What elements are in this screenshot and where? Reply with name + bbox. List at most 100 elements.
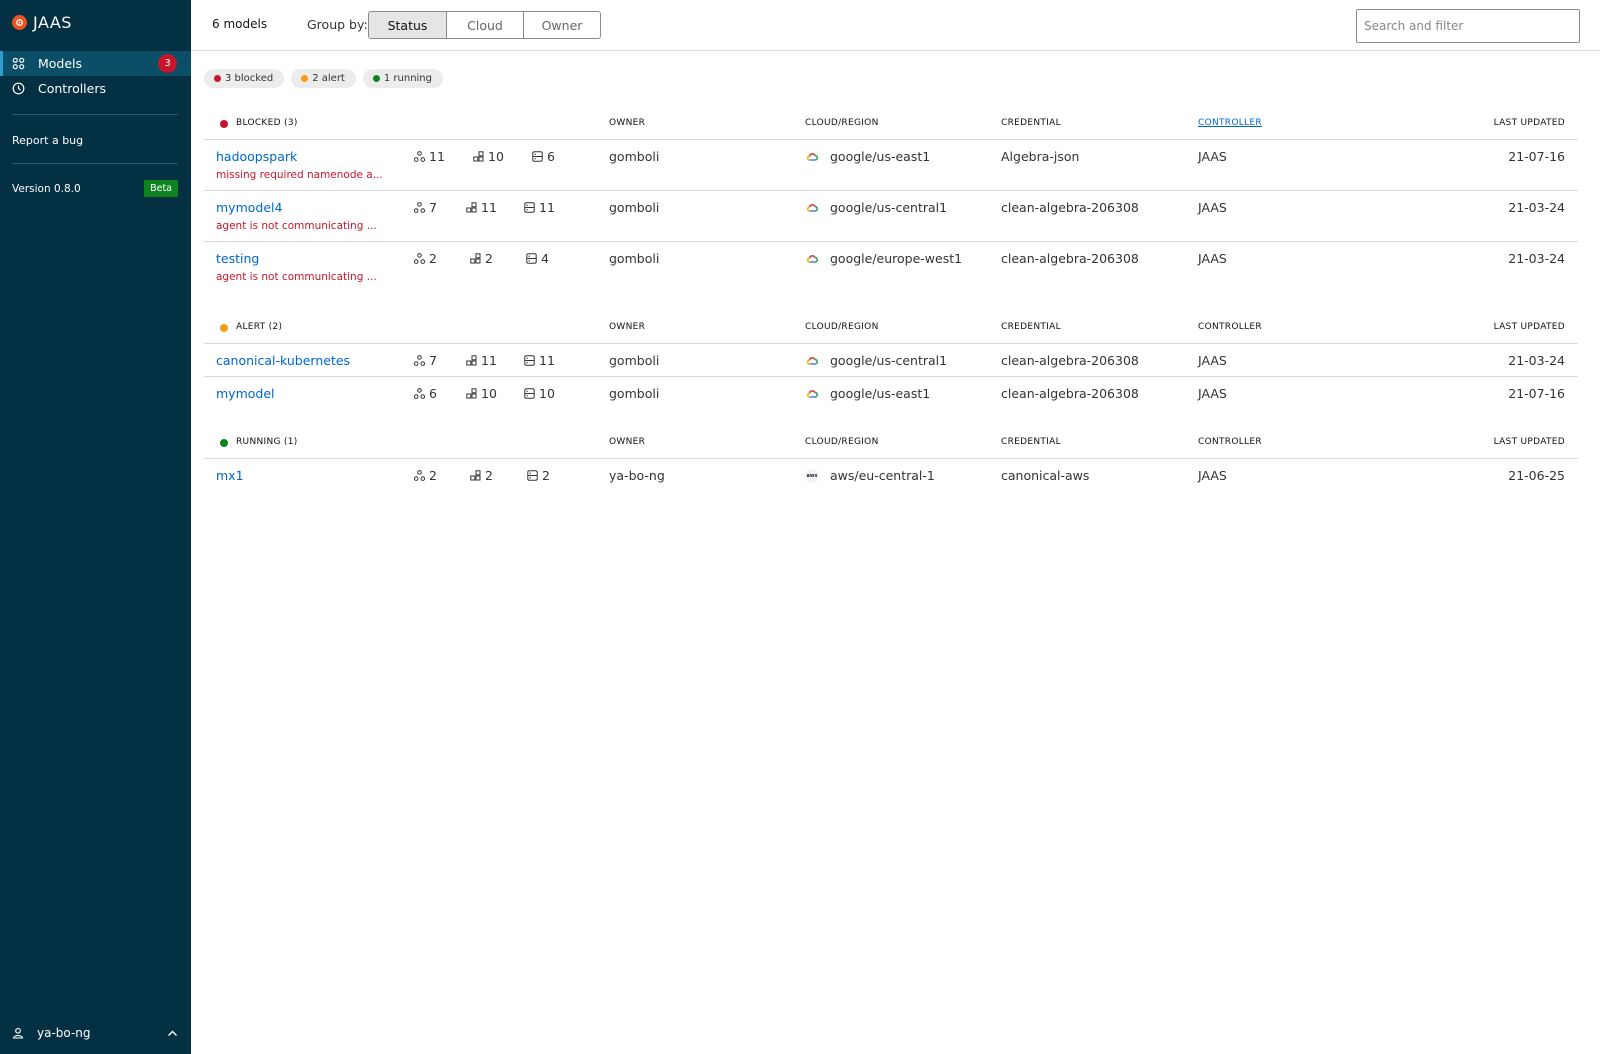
table-row: hadoopspark missing required namenode a.… — [204, 140, 1578, 191]
column-cloud[interactable]: CLOUD/REGION — [805, 437, 879, 447]
controller-cell: JAAS — [1198, 386, 1227, 401]
column-updated[interactable]: LAST UPDATED — [1494, 322, 1565, 332]
column-updated[interactable]: LAST UPDATED — [1494, 437, 1565, 447]
apps-count: 2 — [414, 251, 437, 266]
table-row: mymodel 6 10 10 gomboli google/us-east1 … — [204, 377, 1578, 410]
model-name-link[interactable]: mymodel4 — [216, 200, 282, 215]
column-owner[interactable]: OWNER — [609, 118, 645, 128]
column-owner[interactable]: OWNER — [609, 322, 645, 332]
table-header: RUNNING (1) OWNER CLOUD/REGION CREDENTIA… — [204, 425, 1578, 459]
blocked-group: BLOCKED (3) OWNER CLOUD/REGION CREDENTIA… — [204, 106, 1578, 293]
column-credential[interactable]: CREDENTIAL — [1001, 118, 1061, 128]
credential-cell: canonical-aws — [1001, 468, 1090, 483]
units-count: 11 — [466, 353, 497, 368]
controller-cell: JAAS — [1198, 200, 1227, 215]
cloud-value: google/us-central1 — [830, 353, 948, 368]
sidebar-item-models[interactable]: Models 3 — [0, 51, 191, 76]
applications-icon — [414, 202, 425, 213]
status-message: agent is not communicating ... — [216, 220, 377, 232]
column-controller[interactable]: CONTROLLER — [1198, 322, 1262, 332]
running-dot-icon — [372, 75, 380, 82]
group-by-owner-button[interactable]: Owner — [523, 12, 600, 38]
version-label: Version 0.8.0 — [12, 183, 81, 195]
machines-count: 4 — [526, 251, 549, 266]
controller-cell: JAAS — [1198, 149, 1227, 164]
units-icon — [470, 253, 481, 264]
status-summary: 3 blocked 2 alert 1 running — [204, 69, 443, 88]
group-by-status-button[interactable]: Status — [369, 12, 446, 38]
units-icon — [466, 355, 477, 366]
alert-chip[interactable]: 2 alert — [291, 69, 356, 88]
machines-icon — [524, 202, 535, 213]
machines-count: 11 — [524, 200, 555, 215]
aws-icon: aws — [805, 468, 819, 483]
applications-icon — [414, 470, 425, 481]
blocked-dot-icon — [214, 75, 221, 82]
column-controller[interactable]: CONTROLLER — [1198, 118, 1262, 128]
user-name: ya-bo-ng — [37, 1026, 91, 1040]
column-credential[interactable]: CREDENTIAL — [1001, 437, 1061, 447]
units-value: 2 — [485, 468, 493, 483]
machines-icon — [527, 470, 538, 481]
sidebar-item-controllers[interactable]: Controllers — [0, 76, 191, 101]
machines-value: 4 — [541, 251, 549, 266]
running-dot-icon — [220, 439, 228, 447]
apps-value: 6 — [429, 386, 437, 401]
table-row: testing agent is not communicating ... 2… — [204, 242, 1578, 293]
machines-value: 11 — [539, 353, 555, 368]
cloud-value: google/us-east1 — [830, 386, 931, 401]
credential-cell: clean-algebra-206308 — [1001, 251, 1139, 266]
column-controller[interactable]: CONTROLLER — [1198, 437, 1262, 447]
apps-value: 11 — [429, 149, 445, 164]
machines-count: 11 — [524, 353, 555, 368]
units-count: 10 — [473, 149, 504, 164]
machines-icon — [524, 388, 535, 399]
machines-icon — [524, 355, 535, 366]
owner-cell: gomboli — [609, 200, 660, 215]
units-value: 10 — [488, 149, 504, 164]
alert-dot-icon — [220, 324, 228, 332]
controller-cell: JAAS — [1198, 251, 1227, 266]
search-input[interactable] — [1356, 9, 1580, 43]
logo[interactable]: JAAS — [12, 13, 72, 32]
machines-count: 10 — [524, 386, 555, 401]
machines-icon — [532, 151, 543, 162]
model-name-link[interactable]: canonical-kubernetes — [216, 353, 350, 368]
machines-value: 11 — [539, 200, 555, 215]
model-name-link[interactable]: testing — [216, 251, 259, 266]
model-name-link[interactable]: mx1 — [216, 468, 244, 483]
units-count: 10 — [466, 386, 497, 401]
model-name-link[interactable]: mymodel — [216, 386, 275, 401]
blocked-dot-icon — [220, 120, 228, 128]
cloud-cell: google/us-central1 — [805, 353, 947, 368]
column-credential[interactable]: CREDENTIAL — [1001, 322, 1061, 332]
credential-cell: Algebra-json — [1001, 149, 1080, 164]
running-group: RUNNING (1) OWNER CLOUD/REGION CREDENTIA… — [204, 425, 1578, 492]
machines-value: 2 — [542, 468, 550, 483]
user-menu[interactable]: ya-bo-ng — [12, 1024, 178, 1042]
apps-value: 2 — [429, 251, 437, 266]
google-cloud-icon — [805, 201, 819, 215]
units-value: 11 — [481, 200, 497, 215]
group-by-cloud-button[interactable]: Cloud — [446, 12, 523, 38]
owner-cell: gomboli — [609, 251, 660, 266]
table-row: mymodel4 agent is not communicating ... … — [204, 191, 1578, 242]
column-cloud[interactable]: CLOUD/REGION — [805, 322, 879, 332]
cloud-cell: google/us-east1 — [805, 386, 930, 401]
units-count: 2 — [470, 468, 493, 483]
alert-group: ALERT (2) OWNER CLOUD/REGION CREDENTIAL … — [204, 310, 1578, 410]
group-title-text: ALERT (2) — [236, 322, 283, 332]
table-header: BLOCKED (3) OWNER CLOUD/REGION CREDENTIA… — [204, 106, 1578, 140]
model-name-link[interactable]: hadoopspark — [216, 149, 297, 164]
running-chip[interactable]: 1 running — [362, 69, 443, 88]
report-bug-link[interactable]: Report a bug — [12, 134, 83, 147]
credential-cell: clean-algebra-206308 — [1001, 353, 1139, 368]
apps-count: 7 — [414, 353, 437, 368]
column-cloud[interactable]: CLOUD/REGION — [805, 118, 879, 128]
column-updated[interactable]: LAST UPDATED — [1494, 118, 1565, 128]
column-owner[interactable]: OWNER — [609, 437, 645, 447]
units-value: 2 — [485, 251, 493, 266]
owner-cell: gomboli — [609, 386, 660, 401]
credential-cell: clean-algebra-206308 — [1001, 200, 1139, 215]
blocked-chip[interactable]: 3 blocked — [204, 69, 285, 88]
